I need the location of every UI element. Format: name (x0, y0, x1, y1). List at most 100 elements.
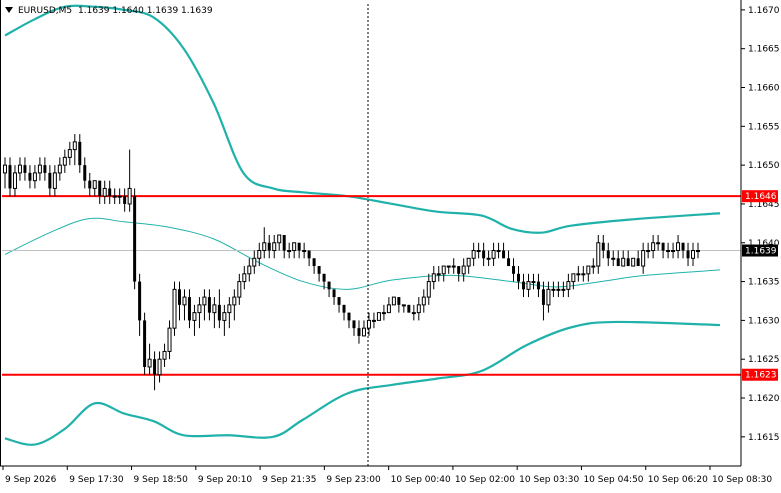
candle-body-bear (342, 304, 346, 313)
candle (267, 235, 271, 259)
candle (376, 312, 381, 321)
candle (656, 235, 661, 251)
candle (282, 235, 286, 259)
x-tick-label: 9 Sep 20:10 (198, 475, 253, 485)
candle (192, 304, 197, 336)
y-tick-label: 1.1635 (748, 278, 780, 288)
candle-body-bull (561, 288, 566, 291)
candle-body-bear (457, 266, 461, 274)
candle-body-bull (671, 250, 676, 253)
candle (407, 304, 411, 313)
candle (342, 304, 346, 321)
candle (167, 320, 172, 360)
candle (461, 258, 466, 282)
candle (446, 265, 451, 274)
dropdown-triangle-icon[interactable] (5, 7, 13, 13)
candle-body-bear (626, 258, 630, 267)
candle-body-bull (222, 312, 227, 321)
candle (297, 242, 301, 259)
candle (522, 273, 526, 298)
candle-body-bull (127, 187, 132, 205)
candle-body-bear (83, 165, 87, 181)
horizontal-levels (2, 4, 741, 466)
price-chart[interactable]: 1.1670 1.1665 1.1660 1.1655 1.1650 1.1645 1.16… (0, 0, 781, 489)
candle-body-bull (102, 187, 107, 197)
candle (307, 250, 311, 267)
y-tick-label: 1.1655 (748, 122, 780, 132)
candle (182, 289, 187, 321)
candle-body-bull (52, 172, 57, 189)
candle-body-bear (153, 359, 157, 375)
candle-body-bull (287, 250, 292, 253)
candle-body-bear (482, 250, 486, 259)
candle (681, 242, 685, 259)
x-tick-label: 9 Sep 21:35 (262, 475, 316, 485)
candle (571, 273, 576, 290)
candle-body-bull (566, 281, 571, 290)
candle (471, 242, 476, 267)
candle (23, 157, 27, 181)
candle (611, 250, 616, 267)
candle (397, 297, 401, 313)
candle (626, 250, 630, 267)
candle (202, 289, 207, 321)
candle (686, 242, 690, 267)
candle-body-bear (517, 273, 521, 282)
candle (426, 273, 431, 305)
candle-body-bull (182, 296, 187, 306)
candle-body-bear (681, 242, 685, 251)
candle (416, 297, 421, 321)
candle-body-bear (187, 297, 191, 321)
candle-body-bear (98, 180, 102, 197)
candle-body-bull (471, 250, 476, 259)
candle-body-bear (507, 258, 511, 267)
candle (62, 149, 67, 173)
candle-body-bull (531, 281, 536, 284)
candle (596, 235, 601, 274)
chart-canvas: 1.16701.16651.16601.16551.16501.16451.16… (0, 0, 780, 485)
chart-header: EURUSD,M5 1.1639 1.1640 1.1639 1.1639 (5, 6, 213, 16)
candle (123, 188, 127, 212)
candle-body-bear (28, 172, 32, 181)
y-tick-label: 1.1630 (748, 316, 780, 326)
candle (401, 304, 406, 313)
candle (502, 242, 506, 259)
candle (177, 281, 181, 321)
candle (581, 266, 586, 282)
candle-body-bull (117, 195, 122, 198)
candle-body-bull (12, 172, 17, 189)
candle-body-bear (357, 328, 361, 336)
candle (591, 258, 596, 274)
candle (352, 320, 356, 336)
candle (262, 227, 267, 259)
candle (32, 165, 37, 189)
x-tick-label: 9 Sep 2026 (5, 475, 57, 485)
candle-body-bull (62, 156, 67, 166)
candle-body-bear (397, 297, 401, 305)
candle-body-bear (337, 297, 341, 305)
candle-body-bull (641, 250, 646, 267)
candle-body-bull (596, 242, 601, 267)
candle (441, 265, 446, 282)
level-price-tag-label: 1.1623 (745, 371, 777, 381)
y-tick-label: 1.1660 (748, 84, 780, 94)
candle-body-bull (262, 242, 267, 252)
candle-body-bull (247, 265, 252, 275)
candle-body-bull (92, 180, 97, 189)
candle-body-bull (696, 250, 700, 253)
candle (332, 289, 336, 305)
candle (227, 297, 232, 329)
candle-body-bear (407, 304, 411, 313)
candle (507, 250, 511, 267)
candle-body-bull (112, 195, 117, 198)
candle-body-bull (441, 265, 446, 275)
current-price-tag-label: 1.1639 (745, 247, 777, 257)
candle-body-bear (138, 281, 142, 321)
candle-body-bull (656, 242, 661, 245)
candle (357, 320, 361, 344)
candle-body-bear (536, 281, 540, 290)
ohlc-readout: 1.1639 1.1640 1.1639 1.1639 (78, 6, 213, 16)
y-tick-label: 1.1650 (748, 161, 780, 171)
candle-body-bull (32, 172, 37, 182)
candle (541, 281, 545, 321)
